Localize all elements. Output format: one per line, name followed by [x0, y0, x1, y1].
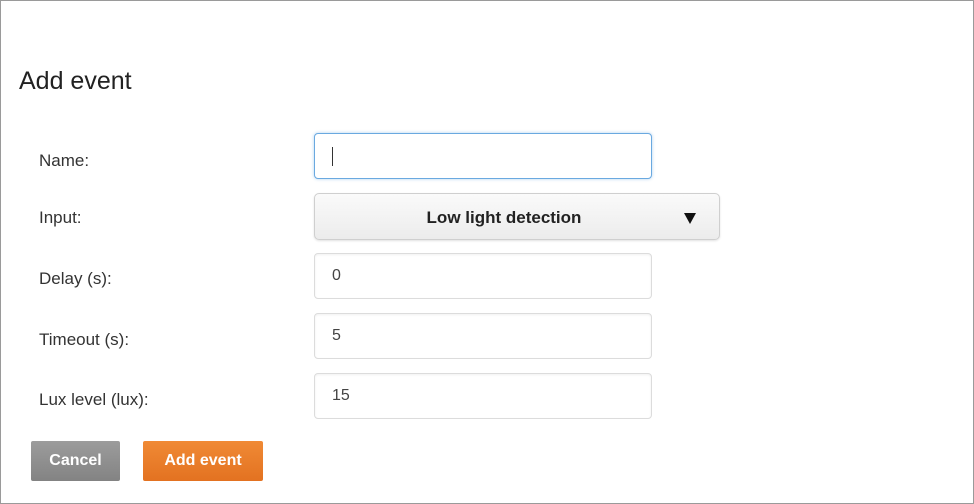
delay-value: 0	[332, 267, 341, 284]
lux-input[interactable]: 15	[314, 373, 652, 419]
lux-value: 15	[332, 387, 350, 404]
triangle-down-icon	[684, 213, 696, 224]
dialog-title: Add event	[19, 67, 132, 95]
name-input[interactable]	[314, 133, 652, 179]
text-caret	[332, 146, 333, 166]
delay-input[interactable]: 0	[314, 253, 652, 299]
add-event-button[interactable]: Add event	[143, 441, 263, 481]
add-event-dialog: Add event Name: Input: Low light detecti…	[0, 0, 974, 504]
delay-label: Delay (s):	[39, 269, 112, 288]
lux-label: Lux level (lux):	[39, 390, 149, 409]
name-label: Name:	[39, 151, 90, 170]
timeout-label: Timeout (s):	[39, 330, 130, 349]
input-select-value: Low light detection	[426, 208, 582, 227]
timeout-input[interactable]: 5	[314, 313, 652, 359]
input-select[interactable]: Low light detection	[314, 193, 720, 240]
input-label: Input:	[39, 208, 82, 227]
timeout-value: 5	[332, 327, 341, 344]
cancel-button[interactable]: Cancel	[31, 441, 120, 481]
